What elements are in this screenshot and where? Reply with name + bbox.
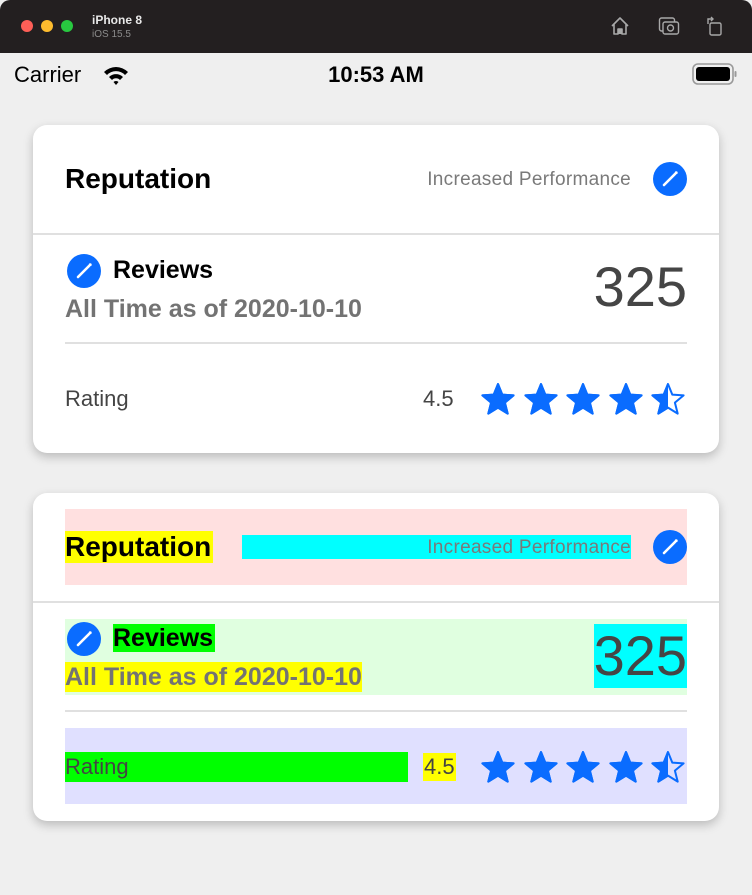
edit-reviews-button[interactable] [67,622,101,656]
battery-icon [692,63,737,85]
device-os-version: iOS 15.5 [92,29,131,40]
rating-row: Rating 4.5 [65,728,687,804]
rotate-icon[interactable] [704,15,726,37]
section-divider [33,601,719,603]
reviews-count: 325 [593,624,687,688]
section-divider [33,233,719,235]
edit-reviews-button[interactable] [67,254,101,288]
reviews-row: Reviews All Time as of 2020-10-10 325 [65,251,687,327]
performance-label: Increased Performance [427,537,631,558]
pencil-icon [76,631,92,647]
star-rating [480,382,688,416]
star-half-icon [651,383,685,415]
pencil-icon [76,263,92,279]
card-title: Reputation [65,531,214,563]
star-rating [480,750,688,784]
reviews-period: All Time as of 2020-10-10 [65,662,362,692]
reputation-card: Reputation Increased Performance Reviews… [33,125,719,453]
reviews-period: All Time as of 2020-10-10 [65,295,362,323]
star-filled-icon [608,751,643,783]
reputation-card-debug: Reputation Increased Performance Reviews… [33,493,719,821]
rating-value: 4.5 [423,386,454,411]
status-time: 10:53 AM [328,62,424,87]
row-divider [65,710,687,712]
rating-label: Rating [65,386,129,411]
row-divider [65,342,687,344]
reviews-row: Reviews All Time as of 2020-10-10 325 [65,619,687,695]
simulator-titlebar: iPhone 8 iOS 15.5 [0,0,752,53]
reviews-count: 325 [593,255,687,318]
minimize-window-button[interactable] [41,20,53,32]
screenshot-icon[interactable] [658,15,680,37]
card-header: Reputation Increased Performance [65,141,687,217]
pencil-icon [662,171,678,187]
reviews-label: Reviews [113,624,216,652]
star-filled-icon [566,751,600,783]
zoom-window-button[interactable] [61,20,73,32]
performance-label: Increased Performance [427,169,631,190]
card-title: Reputation [65,163,212,194]
close-window-button[interactable] [21,20,33,32]
card-header: Reputation Increased Performance [65,509,687,585]
rating-value: 4.5 [423,753,456,781]
rating-label: Rating [65,754,129,779]
device-name: iPhone 8 [92,13,143,27]
edit-button[interactable] [653,162,687,196]
reviews-label: Reviews [113,256,214,284]
rating-row: Rating 4.5 [65,360,687,436]
star-filled-icon [523,751,558,783]
star-filled-icon [608,383,643,415]
star-filled-icon [481,383,515,415]
home-icon[interactable] [609,15,631,37]
edit-button[interactable] [653,530,687,564]
star-filled-icon [481,751,515,783]
pencil-icon [662,539,678,555]
star-filled-icon [566,383,600,415]
status-bar: Carrier 10:53 AM [0,53,752,95]
star-filled-icon [523,383,558,415]
star-half-icon [651,751,685,783]
